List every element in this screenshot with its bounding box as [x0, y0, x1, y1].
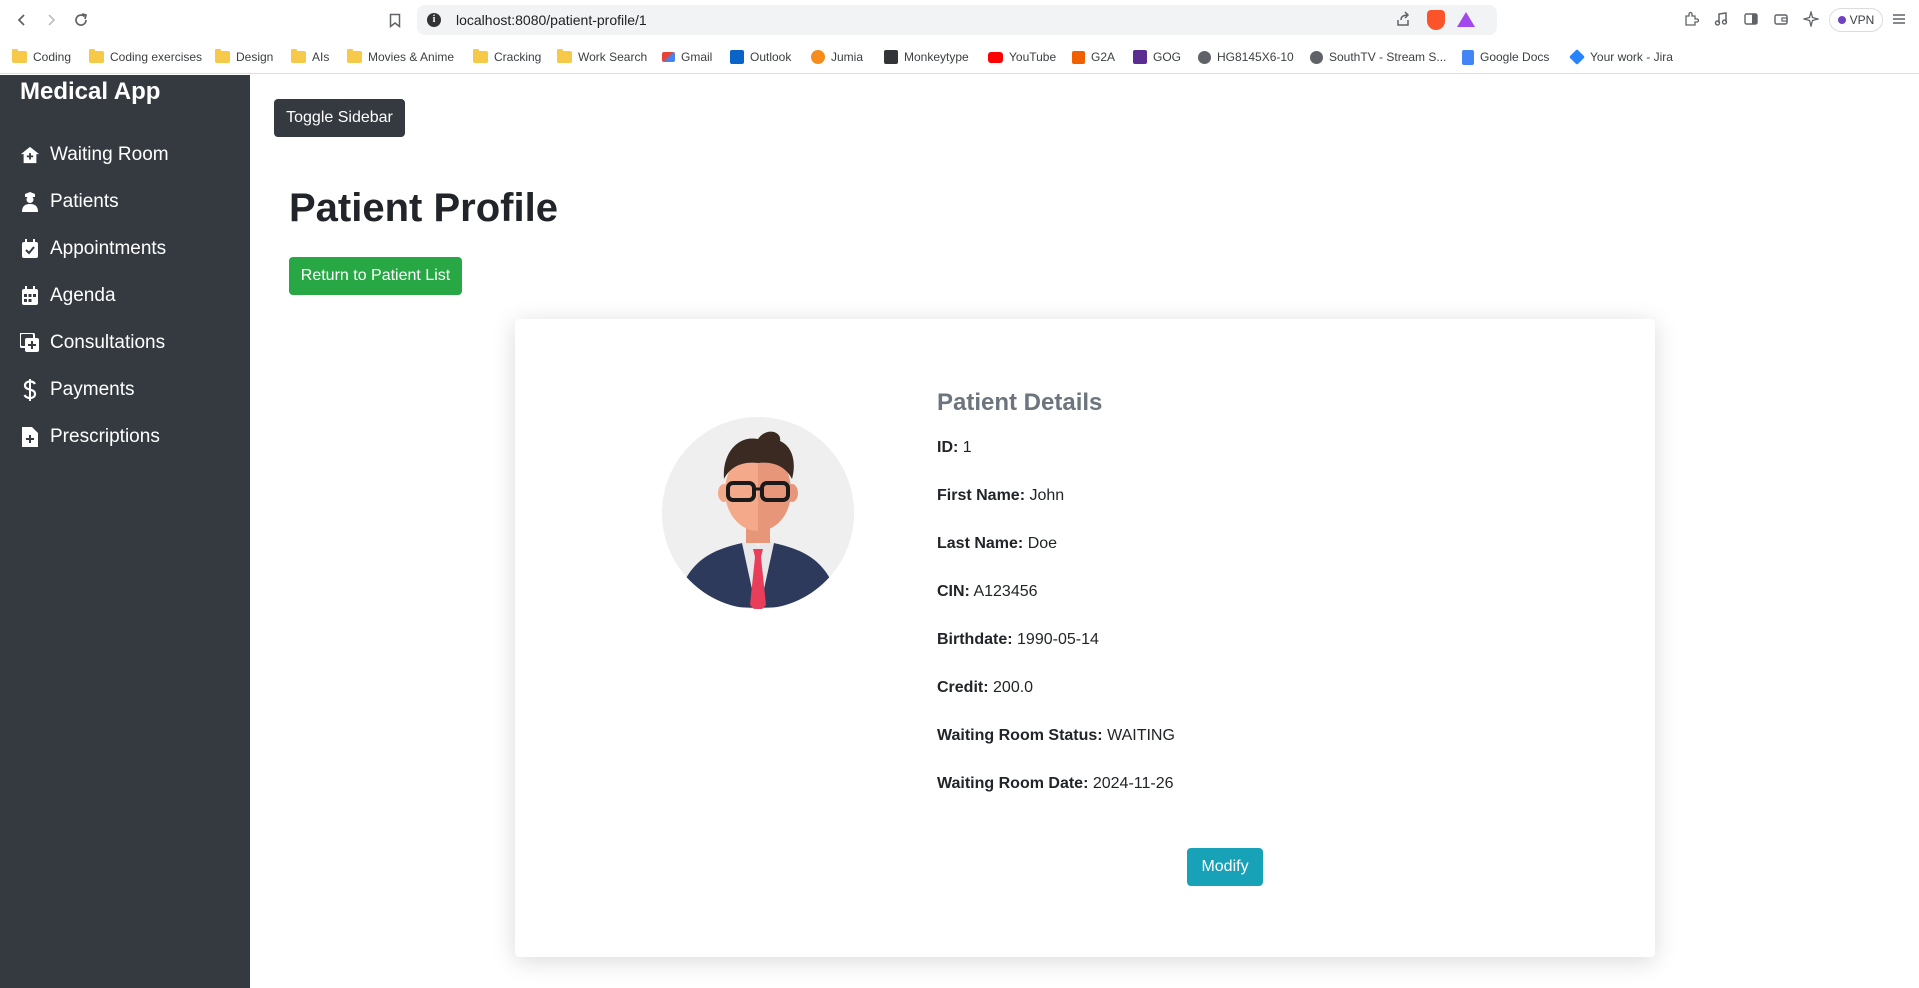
field-cin: CIN: A123456 [937, 583, 1038, 600]
page-title: Patient Profile [289, 186, 558, 230]
folder-icon [12, 49, 27, 63]
house-medical-icon [20, 145, 40, 165]
sidebar-item-label: Consultations [50, 332, 166, 353]
sidebar-item-label: Prescriptions [50, 426, 160, 447]
youtube-icon [988, 51, 1003, 63]
monkeytype-icon [884, 50, 898, 64]
bookmark-ais[interactable]: AIs [291, 48, 329, 66]
sidebar-item-agenda[interactable]: Agenda [20, 281, 116, 311]
folder-icon [473, 49, 488, 63]
folder-icon [89, 49, 104, 63]
bookmark-coding-exercises[interactable]: Coding exercises [89, 48, 202, 66]
sidebar-item-appointments[interactable]: Appointments [20, 234, 166, 264]
globe-icon [1310, 50, 1323, 64]
bookmark-page-icon[interactable] [383, 8, 407, 32]
bookmark-youtube[interactable]: YouTube [988, 48, 1056, 66]
menu-icon[interactable] [1890, 11, 1908, 29]
gmail-icon [662, 52, 675, 62]
outlook-icon [730, 50, 744, 64]
field-birthdate: Birthdate: 1990-05-14 [937, 631, 1099, 648]
bookmark-work-search[interactable]: Work Search [557, 48, 647, 66]
url-text[interactable]: localhost:8080/patient-profile/1 [456, 12, 647, 28]
brave-shields-icon[interactable] [1427, 10, 1445, 30]
sidebar-item-label: Agenda [50, 285, 116, 306]
bookmark-design[interactable]: Design [215, 48, 273, 66]
brand-title[interactable]: Medical App [20, 78, 160, 106]
bookmark-hg8145x6[interactable]: HG8145X6-10 [1198, 48, 1294, 66]
vpn-label: VPN [1849, 13, 1875, 27]
field-id: ID: 1 [937, 439, 972, 456]
return-to-patient-list-button[interactable]: Return to Patient List [289, 257, 462, 295]
back-icon[interactable] [10, 8, 34, 32]
address-bar[interactable]: i localhost:8080/patient-profile/1 [417, 5, 1497, 35]
file-medical-icon [20, 427, 40, 447]
bookmarks-bar: Coding Coding exercises Design AIs Movie… [0, 40, 1919, 74]
toggle-sidebar-button[interactable]: Toggle Sidebar [274, 99, 405, 137]
bookmark-jumia[interactable]: Jumia [811, 48, 863, 66]
jira-icon [1569, 49, 1585, 65]
leo-ai-icon[interactable] [1801, 9, 1821, 29]
sidebar: Medical App Waiting Room Patients Appoin… [0, 75, 250, 988]
bookmark-coding[interactable]: Coding [12, 48, 71, 66]
folder-icon [291, 49, 306, 63]
bookmark-outlook[interactable]: Outlook [730, 48, 791, 66]
jumia-icon [811, 50, 825, 64]
media-icon[interactable] [1712, 11, 1730, 29]
bookmark-gog[interactable]: GOG [1133, 48, 1181, 66]
vpn-button[interactable]: VPN [1829, 8, 1883, 32]
browser-toolbar: i localhost:8080/patient-profile/1 VPN [0, 0, 1919, 40]
calendar-icon [20, 286, 40, 306]
bookmark-g2a[interactable]: G2A [1072, 48, 1115, 66]
sidebar-item-label: Waiting Room [50, 144, 169, 165]
extensions-icon[interactable] [1682, 11, 1700, 29]
patient-card: Patient Details ID: 1 First Name: John L… [515, 319, 1655, 957]
sidebar-item-prescriptions[interactable]: Prescriptions [20, 422, 160, 452]
bookmark-cracking[interactable]: Cracking [473, 48, 541, 66]
notes-medical-icon [20, 333, 40, 353]
gog-icon [1133, 50, 1147, 64]
google-docs-icon [1462, 49, 1474, 65]
folder-icon [347, 49, 362, 63]
field-waiting-room-status: Waiting Room Status: WAITING [937, 727, 1175, 744]
share-icon[interactable] [1395, 11, 1411, 31]
field-waiting-room-date: Waiting Room Date: 2024-11-26 [937, 775, 1174, 792]
site-info-icon[interactable]: i [427, 13, 441, 27]
globe-icon [1198, 50, 1211, 64]
forward-icon[interactable] [39, 8, 63, 32]
bookmark-gmail[interactable]: Gmail [662, 48, 712, 66]
g2a-icon [1072, 50, 1085, 64]
wallet-icon[interactable] [1772, 11, 1790, 29]
bookmark-google-docs[interactable]: Google Docs [1462, 48, 1549, 66]
folder-icon [557, 49, 572, 63]
sidebar-item-patients[interactable]: Patients [20, 187, 119, 217]
sidebar-item-label: Appointments [50, 238, 167, 259]
reload-icon[interactable] [69, 8, 93, 32]
patient-details: Patient Details ID: 1 First Name: John L… [937, 389, 1175, 823]
calendar-check-icon [20, 239, 40, 259]
sidebar-item-label: Payments [50, 379, 135, 400]
dollar-icon [20, 379, 40, 401]
field-first-name: First Name: John [937, 487, 1065, 504]
sidebar-item-waiting-room[interactable]: Waiting Room [20, 140, 169, 170]
user-nurse-icon [20, 192, 40, 212]
bookmark-southtv[interactable]: SouthTV - Stream S... [1310, 48, 1446, 66]
sidebar-item-payments[interactable]: Payments [20, 375, 134, 405]
bookmark-jira[interactable]: Your work - Jira [1569, 48, 1673, 66]
brave-rewards-icon[interactable] [1457, 12, 1475, 27]
details-title: Patient Details [937, 389, 1103, 416]
sidebar-panel-icon[interactable] [1742, 11, 1760, 29]
field-credit: Credit: 200.0 [937, 679, 1034, 696]
patient-avatar [662, 417, 854, 609]
field-last-name: Last Name: Doe [937, 535, 1058, 552]
folder-icon [215, 49, 230, 63]
modify-button[interactable]: Modify [1187, 848, 1263, 886]
sidebar-item-consultations[interactable]: Consultations [20, 328, 165, 358]
bookmark-monkeytype[interactable]: Monkeytype [884, 48, 969, 66]
vpn-status-icon [1837, 16, 1846, 24]
bookmark-movies-anime[interactable]: Movies & Anime [347, 48, 454, 66]
sidebar-item-label: Patients [50, 191, 119, 212]
